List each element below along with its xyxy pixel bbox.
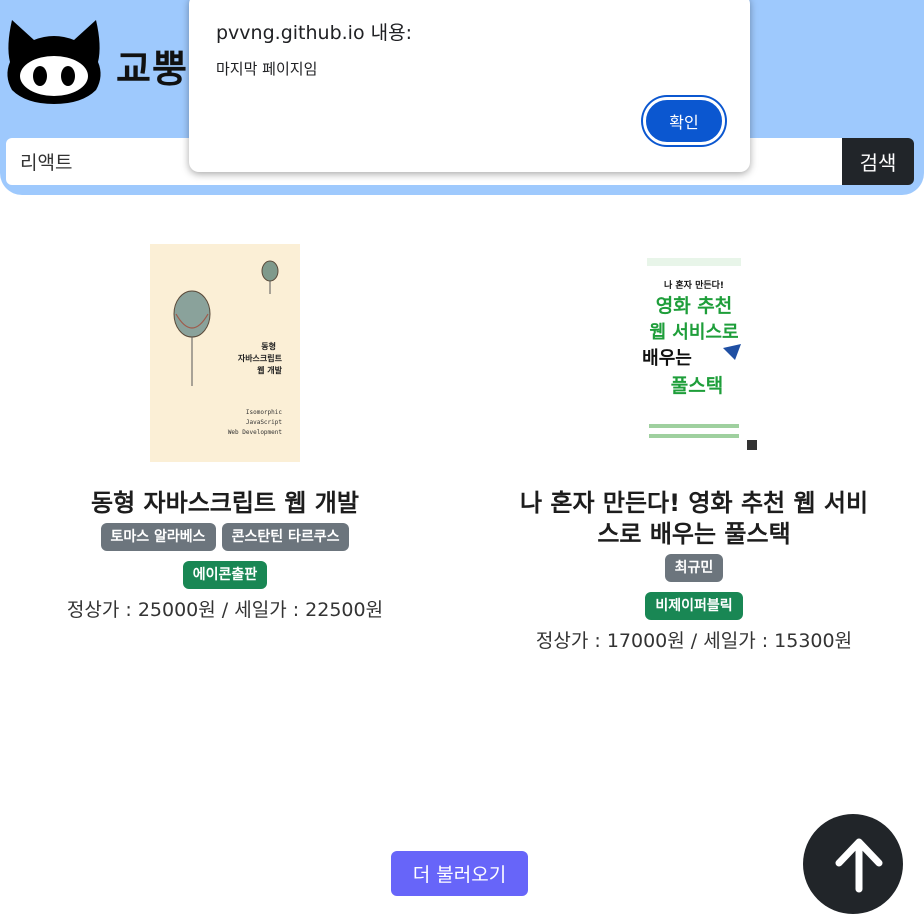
book-card[interactable]: 동형 자바스크립트 웹 개발 Isomorphic JavaScript Web…	[45, 244, 405, 622]
brand-title[interactable]: 교뿡	[116, 38, 188, 93]
github-octocat-icon[interactable]	[4, 16, 104, 104]
cover-text: 자바스크립트	[238, 353, 283, 363]
author-badge: 최규민	[664, 554, 724, 582]
cover-text: 배우는	[642, 348, 692, 369]
load-more-button[interactable]: 더 불러오기	[391, 851, 528, 896]
author-badge: 토마스 알라베스	[100, 523, 216, 551]
book-title[interactable]: 나 혼자 만든다! 영화 추천 웹 서비스로 배우는 풀스택	[512, 488, 876, 550]
cover-text: 나 혼자 만든다!	[664, 279, 724, 291]
cover-text: 동형	[261, 341, 276, 351]
cover-text: JavaScript	[246, 419, 283, 426]
price-text: 정상가 : 17000원 / 세일가 : 15300원	[535, 630, 853, 652]
arrow-up-icon	[835, 838, 883, 893]
price-text: 정상가 : 25000원 / 세일가 : 22500원	[66, 599, 384, 621]
search-button[interactable]: 검색	[842, 138, 914, 185]
author-badge: 콘스탄틴 타르쿠스	[221, 523, 350, 551]
publisher-badge: 비제이퍼블릭	[645, 592, 743, 620]
publisher-row: 비제이퍼블릭	[512, 592, 876, 626]
cover-text: 웹 서비스로	[649, 322, 738, 343]
book-title[interactable]: 동형 자바스크립트 웹 개발	[45, 488, 405, 519]
cover-text: Isomorphic	[246, 409, 283, 416]
cover-text: Web Development	[228, 429, 283, 436]
cover-text: 풀스택	[671, 375, 723, 397]
alert-ok-button[interactable]: 확인	[643, 97, 725, 145]
alert-message: 마지막 페이지임	[216, 60, 318, 78]
publisher-badge: 에이콘출판	[182, 561, 268, 589]
cover-text: 웹 개발	[257, 365, 283, 375]
author-list: 최규민	[512, 554, 876, 588]
book-cover-image[interactable]: 나 혼자 만든다! 영화 추천 웹 서비스로 배우는 풀스택	[619, 244, 769, 462]
alert-dialog: pvvng.github.io 내용: 마지막 페이지임 확인	[189, 0, 750, 172]
book-cover-image[interactable]: 동형 자바스크립트 웹 개발 Isomorphic JavaScript Web…	[150, 244, 300, 462]
publisher-row: 에이콘출판	[45, 561, 405, 595]
scroll-top-button[interactable]	[803, 814, 903, 914]
alert-title: pvvng.github.io 내용:	[216, 22, 412, 44]
book-card[interactable]: 나 혼자 만든다! 영화 추천 웹 서비스로 배우는 풀스택 나 혼자 만든다!…	[512, 244, 876, 653]
author-list: 토마스 알라베스 콘스탄틴 타르쿠스	[45, 523, 405, 557]
cover-text: 영화 추천	[656, 295, 733, 317]
